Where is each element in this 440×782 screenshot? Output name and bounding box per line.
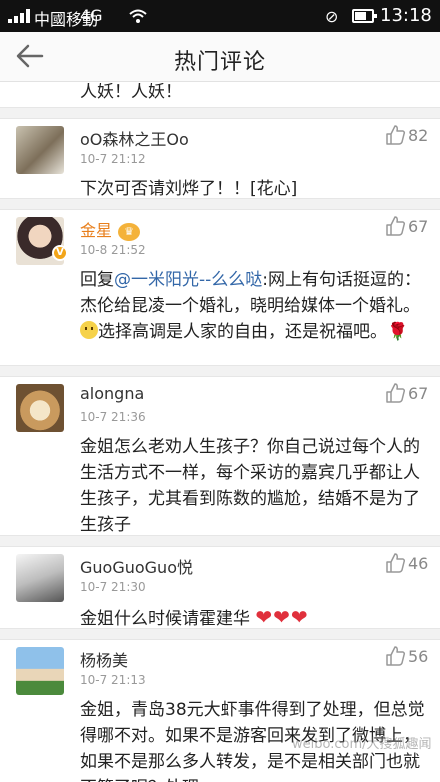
status-bar: 中國移動 4G ⊘ 13:18 [0,0,440,32]
vip-crown-icon: ♛ [118,223,141,241]
rose-emoji-icon: 🌹 [387,322,409,342]
comment-time: 10-7 21:30 [80,580,146,594]
truncated-comment-text: 人妖！人妖！ [80,83,182,102]
commenter-name[interactable]: oO森林之王Oo [80,126,189,150]
comment-time: 10-7 21:13 [80,673,146,687]
status-time: 13:18 [380,5,432,26]
like-count: 82 [408,126,429,145]
like-count: 56 [408,647,429,666]
signal-icon [8,9,30,23]
comment-text: 回复@一米阳光--么么哒:网上有句话挺逗的：杰伦给昆凌一个婚礼，晓明给媒体一个婚… [80,270,422,342]
commenter-name[interactable]: 金星 ♛ [80,217,141,241]
like-count: 67 [408,384,429,403]
commenter-name[interactable]: GuoGuoGuo悦 [80,554,193,578]
section-divider [0,198,440,210]
comment-text: 金姐怎么老劝人生孩子？你自己说过每个人的生活方式不一样，每个采访的嘉宾几乎都让人… [80,437,420,535]
section-divider [0,535,440,547]
network-type: 4G [80,6,103,25]
wifi-icon [129,9,147,23]
avatar[interactable] [16,647,64,695]
avatar[interactable] [16,384,64,432]
like-count: 67 [408,217,429,236]
mention-link[interactable]: @一米阳光--么么哒 [114,270,262,290]
thumbs-up-icon[interactable] [384,382,406,404]
thumbs-up-icon[interactable] [384,645,406,667]
avatar[interactable] [16,554,64,602]
heart-emoji-icon: ❤❤❤ [255,605,309,629]
thumbs-up-icon[interactable] [384,124,406,146]
like-count: 46 [408,554,429,573]
section-divider [0,365,440,377]
comment-time: 10-7 21:36 [80,410,146,424]
avatar[interactable] [16,126,64,174]
comment-time: 10-8 21:52 [80,243,146,257]
comment-list[interactable]: 人妖！人妖！ oO森林之王Oo 10-7 21:12 82 下次可否请刘烨了！！… [0,83,440,782]
mute-icon: ⊘ [325,7,339,26]
page-title: 热门评论 [173,50,266,75]
verified-badge-icon: V [52,245,68,261]
comment-time: 10-7 21:12 [80,152,146,166]
section-divider [0,107,440,119]
commenter-name[interactable]: 杨杨美 [80,647,128,671]
watermark: weibo.com/大搜狐趣闻 [292,737,432,752]
top-bar: 热门评论 [0,32,440,82]
commenter-name[interactable]: alongna [80,384,144,403]
thumbs-up-icon[interactable] [384,215,406,237]
smile-emoji-icon [80,321,98,339]
thumbs-up-icon[interactable] [384,552,406,574]
section-divider [0,628,440,640]
battery-icon [352,9,377,23]
